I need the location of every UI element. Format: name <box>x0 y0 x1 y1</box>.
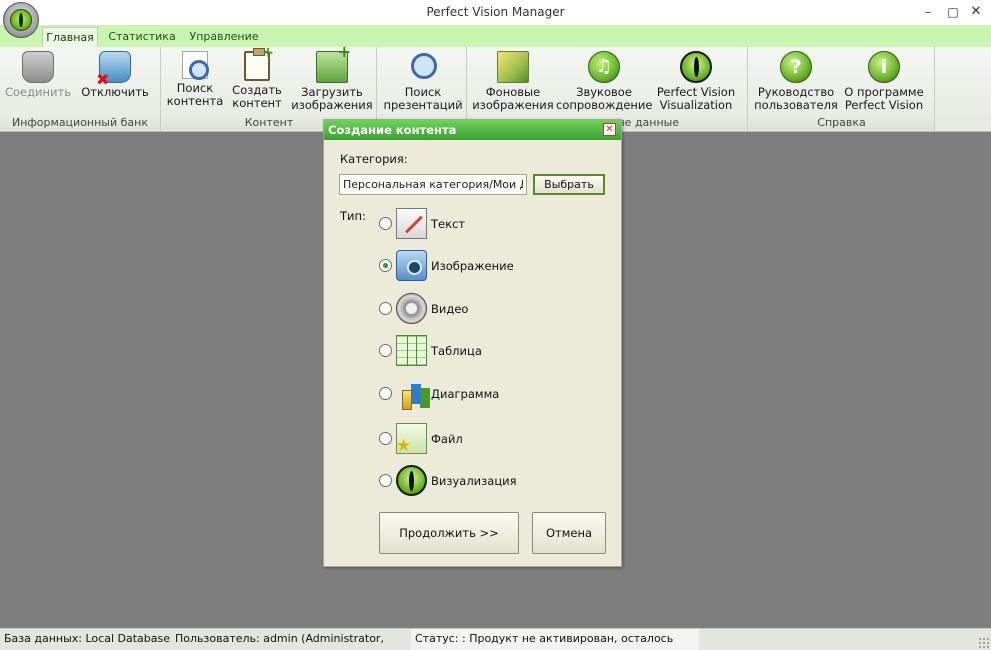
dialog-close-icon[interactable]: ✕ <box>603 123 616 136</box>
type-option-text[interactable]: Текст <box>379 208 579 240</box>
type-option-video[interactable]: Видео <box>379 293 579 325</box>
search-document-icon <box>182 51 209 80</box>
category-label: Категория: <box>340 152 408 166</box>
type-visualization-label: Визуализация <box>431 474 517 488</box>
type-text-label: Текст <box>431 217 466 231</box>
connect-button[interactable]: Соединить <box>4 51 72 99</box>
upload-images-button[interactable]: Загрузить изображения <box>290 45 374 112</box>
background-images-button[interactable]: Фоновые изображения <box>472 51 554 112</box>
file-star-icon <box>396 423 427 456</box>
type-table-label: Таблица <box>431 344 482 358</box>
visualization-eye-icon <box>396 465 427 496</box>
status-database: База данных: Local Database <box>4 632 170 645</box>
search-presentations-button[interactable]: Поиск презентаций <box>382 51 464 112</box>
camera-image-icon <box>396 250 427 281</box>
dialog-title-text: Создание контента <box>328 123 457 137</box>
visualization-label-2: Visualization <box>659 98 733 112</box>
eye-logo-icon <box>680 51 712 83</box>
search-content-label-2: контента <box>166 94 224 108</box>
group-label-infobank: Информационный банк <box>0 116 160 130</box>
type-chart-label: Диаграмма <box>431 387 500 401</box>
about-button[interactable]: i О программе Perfect Vision <box>841 51 927 112</box>
magnifier-icon <box>407 51 439 83</box>
clipboard-add-icon <box>244 47 274 81</box>
background-images-label-2: изображения <box>472 98 554 112</box>
music-icon: ♫ <box>588 51 620 83</box>
connect-label: Соединить <box>4 85 72 99</box>
sound-label-2: сопровождение <box>556 98 653 112</box>
user-guide-label-2: пользователя <box>754 98 838 112</box>
app-logo-icon[interactable] <box>3 2 39 38</box>
status-activation: Статус: : Продукт не активирован, остало… <box>411 629 699 650</box>
ribbon-tabs: Главная Статистика Управление <box>0 26 991 47</box>
about-label-2: Perfect Vision <box>844 98 924 112</box>
text-document-icon <box>396 208 427 239</box>
resize-grip-icon[interactable] <box>978 637 989 648</box>
choose-category-button[interactable]: Выбрать <box>533 174 605 195</box>
maximize-icon[interactable]: □ <box>943 3 963 21</box>
service-data-label-text: ые данные <box>616 116 680 129</box>
status-user: Пользователь: admin (Administrator, Syst… <box>175 632 384 645</box>
tab-main[interactable]: Главная <box>42 27 98 47</box>
background-image-icon <box>497 51 529 83</box>
status-bar: База данных: Local Database Пользователь… <box>0 628 991 650</box>
window-title: Perfect Vision Manager <box>426 5 565 19</box>
type-option-chart[interactable]: Диаграмма <box>379 378 579 410</box>
radio-table[interactable] <box>379 344 392 357</box>
type-option-visualization[interactable]: Визуализация <box>379 465 579 497</box>
type-option-image[interactable]: Изображение <box>379 250 579 282</box>
title-bar: Perfect Vision Manager – □ ✕ <box>0 0 991 26</box>
visualization-button[interactable]: Perfect Vision Visualization <box>653 51 739 112</box>
type-file-label: Файл <box>431 432 463 446</box>
bar-chart-icon <box>396 378 427 410</box>
type-image-label: Изображение <box>431 259 514 273</box>
database-disconnect-icon <box>96 51 131 86</box>
ribbon-group-infobank: Соединить Отключить Информационный банк <box>0 47 161 131</box>
help-icon: ? <box>780 51 812 83</box>
radio-image[interactable] <box>379 259 392 272</box>
search-content-button[interactable]: Поиск контента <box>164 51 226 108</box>
database-icon <box>22 51 54 83</box>
minimize-icon[interactable]: – <box>918 3 938 21</box>
group-label-help: Справка <box>749 116 934 130</box>
radio-text[interactable] <box>379 217 392 230</box>
radio-visualization[interactable] <box>379 474 392 487</box>
film-reel-icon <box>396 293 427 324</box>
info-icon: i <box>868 51 900 83</box>
create-content-dialog: Создание контента ✕ Категория: Выбрать Т… <box>323 119 622 567</box>
tab-management[interactable]: Управление <box>186 27 262 47</box>
user-guide-button[interactable]: ? Руководство пользователя <box>753 51 839 112</box>
type-video-label: Видео <box>431 302 469 316</box>
type-option-file[interactable]: Файл <box>379 423 579 456</box>
radio-chart[interactable] <box>379 387 392 400</box>
dialog-title: Создание контента <box>324 120 621 140</box>
image-upload-icon <box>316 45 351 83</box>
close-icon[interactable]: ✕ <box>966 3 986 21</box>
category-field[interactable] <box>339 174 527 195</box>
continue-button[interactable]: Продолжить >> <box>379 512 519 554</box>
upload-images-label-2: изображения <box>291 98 373 112</box>
radio-video[interactable] <box>379 302 392 315</box>
create-content-button[interactable]: Создать контент <box>228 47 286 110</box>
disconnect-label: Отключить <box>81 85 149 99</box>
sound-button[interactable]: ♫ Звуковое сопровождение <box>556 51 652 112</box>
type-label: Тип: <box>340 209 366 223</box>
tab-statistics[interactable]: Статистика <box>105 27 179 47</box>
radio-file[interactable] <box>379 432 392 445</box>
search-presentations-label-2: презентаций <box>383 98 463 112</box>
disconnect-button[interactable]: Отключить <box>80 51 150 99</box>
cancel-button[interactable]: Отмена <box>532 512 606 554</box>
table-icon <box>396 335 427 366</box>
ribbon-group-help: ? Руководство пользователя i О программе… <box>749 47 935 131</box>
type-option-table[interactable]: Таблица <box>379 335 579 367</box>
create-content-label-2: контент <box>232 96 282 110</box>
